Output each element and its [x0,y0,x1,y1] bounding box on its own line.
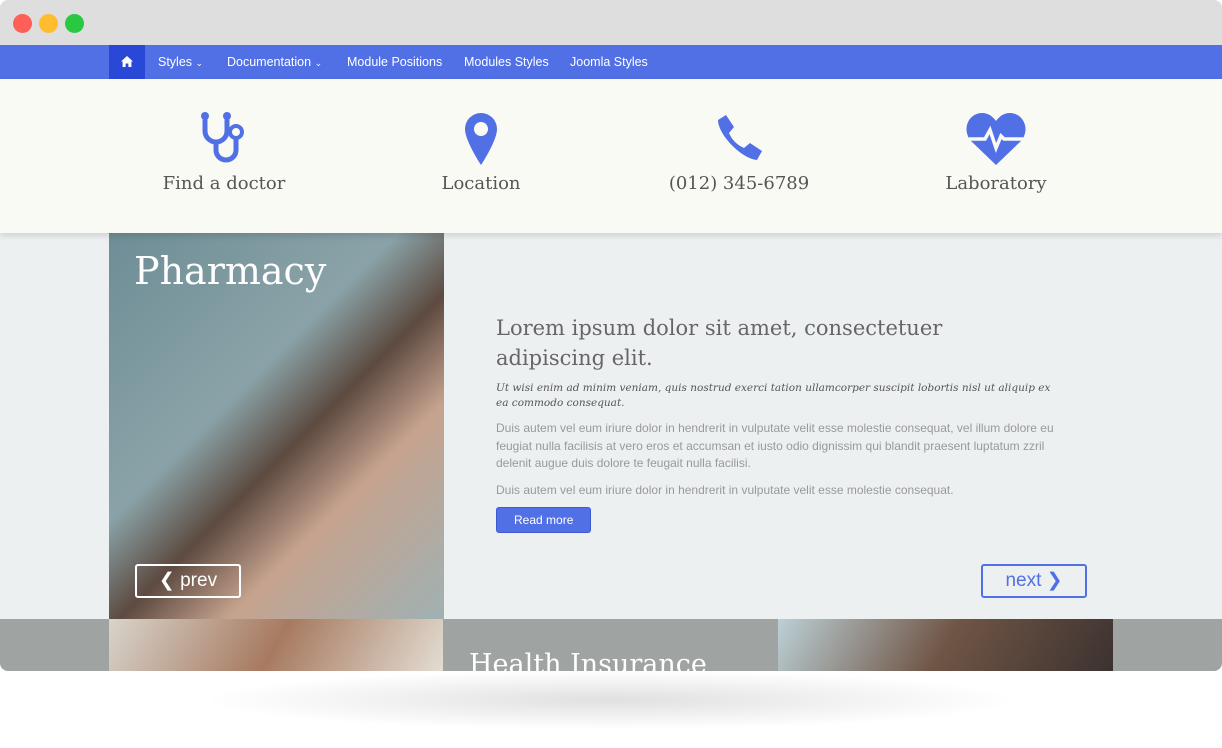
close-button[interactable] [13,14,32,33]
main-nav: Styles ⌄ Documentation ⌄ Module Position… [0,45,1222,79]
heartbeat-icon [966,113,1026,165]
feature-label: Location [441,173,521,194]
nav-modules-styles[interactable]: Modules Styles [464,45,549,79]
prev-label: prev [180,570,218,591]
slider: Pharmacy ❮ prev next ❯ Lorem ipsum dolor… [0,233,1222,619]
services-row: Health Insurance [0,619,1222,671]
browser-window: Styles ⌄ Documentation ⌄ Module Position… [0,0,1222,671]
slide-image-title: Pharmacy [134,249,327,293]
read-more-button[interactable]: Read more [496,507,592,533]
slide-paragraph: Duis autem vel eum iriure dolor in hendr… [496,421,1054,470]
chevron-left-icon: ❮ [158,570,175,591]
stethoscope-icon [201,112,244,163]
nav-home[interactable] [109,45,145,79]
next-label: next [1005,570,1042,591]
feature-label: (012) 345-6789 [668,173,810,194]
map-marker-icon [465,113,497,165]
feature-location[interactable]: Location [361,111,601,194]
slide-heading: Lorem ipsum dolor sit amet, consectetuer… [496,316,943,370]
service-image [778,619,1113,671]
chevron-down-icon: ⌄ [314,58,323,68]
slide-image: Pharmacy [109,233,444,619]
slide-content: Lorem ipsum dolor sit amet, consectetuer… [496,313,1056,533]
nav-module-positions[interactable]: Module Positions [347,45,442,79]
slide-paragraph: Duis autem vel eum iriure dolor in hendr… [496,482,954,497]
title-bar [0,0,1222,45]
home-icon [121,56,133,67]
nav-label: Styles [158,55,193,69]
service-title[interactable]: Health Insurance [469,649,707,671]
chevron-down-icon: ⌄ [195,58,204,68]
nav-label: Documentation [227,55,312,69]
nav-joomla-styles[interactable]: Joomla Styles [570,45,648,79]
minimize-button[interactable] [39,14,58,33]
window-shadow [200,670,1020,730]
features-strip: Find a doctor Location (012) 345-6789 La… [0,79,1222,233]
prev-button[interactable]: ❮ prev [135,564,241,598]
maximize-button[interactable] [65,14,84,33]
feature-phone[interactable]: (012) 345-6789 [619,111,859,194]
next-button[interactable]: next ❯ [981,564,1087,598]
phone-icon [718,115,762,160]
nav-styles[interactable]: Styles ⌄ [158,45,203,79]
feature-find-doctor[interactable]: Find a doctor [104,111,344,194]
feature-laboratory[interactable]: Laboratory [876,111,1116,194]
service-image [109,619,443,671]
nav-documentation[interactable]: Documentation ⌄ [227,45,322,79]
feature-label: Laboratory [945,173,1047,194]
slide-lead: Ut wisi enim ad minim veniam, quis nostr… [496,382,1051,409]
chevron-right-icon: ❯ [1046,570,1063,591]
feature-label: Find a doctor [162,173,286,194]
